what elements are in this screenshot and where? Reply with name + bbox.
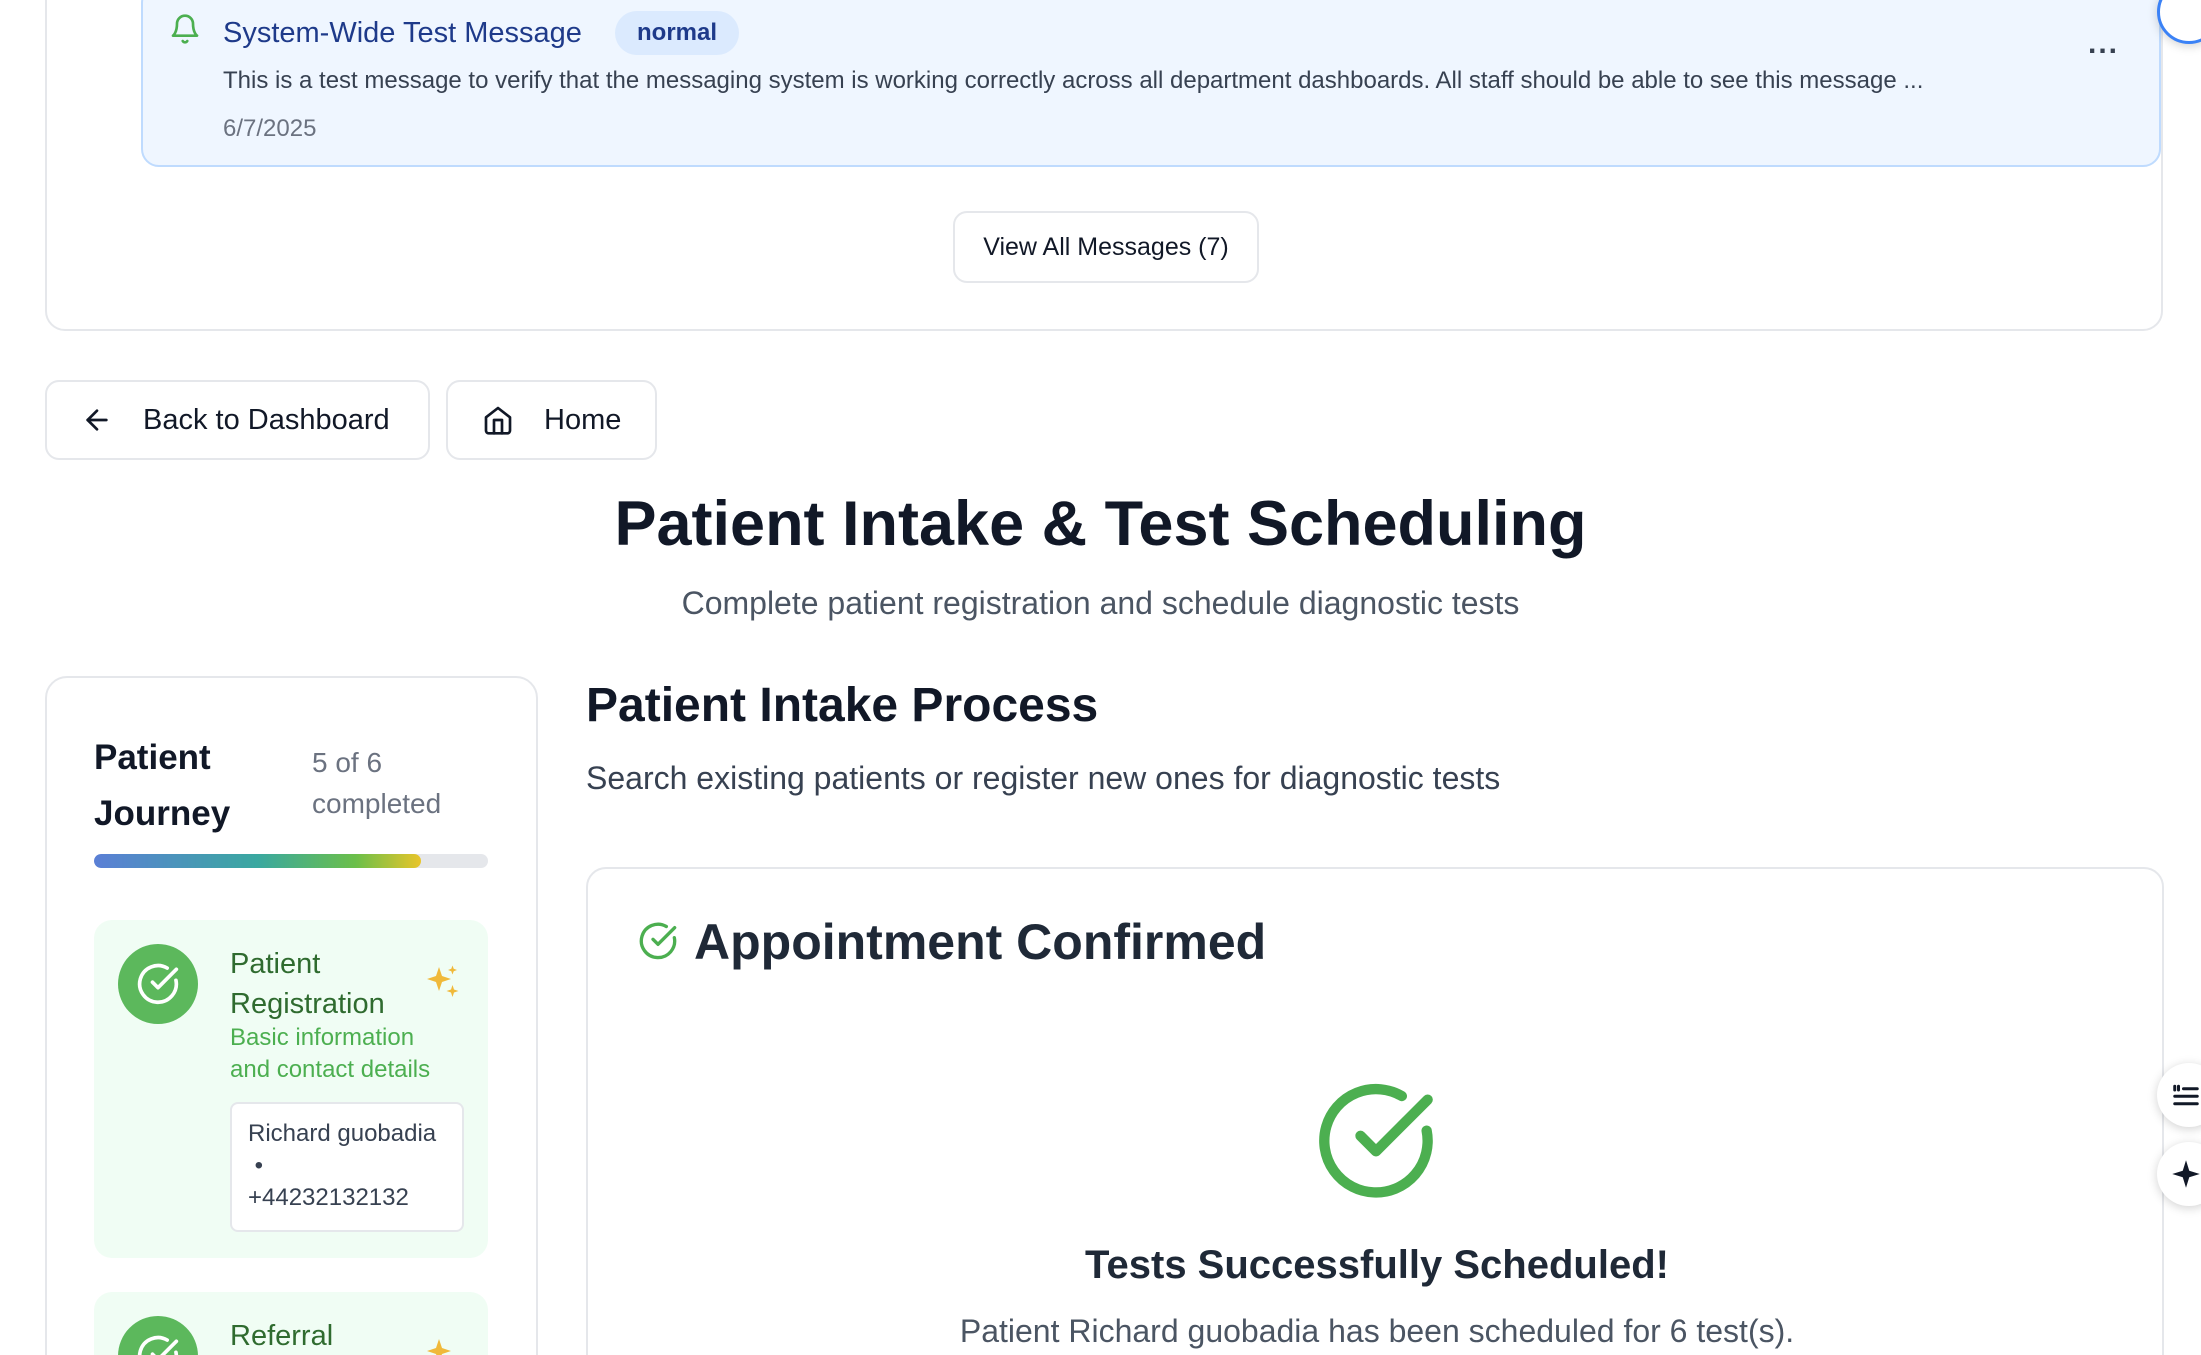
edge-extension-button[interactable] xyxy=(2157,0,2201,44)
priority-badge: normal xyxy=(615,11,740,55)
check-circle-icon xyxy=(639,922,677,960)
step-title: Referral xyxy=(230,1320,334,1352)
patient-summary-chip: Richard guobadia • +44232132132 xyxy=(230,1102,464,1232)
message-item[interactable]: System-Wide Test Message normal ... This… xyxy=(141,0,2161,167)
success-check-icon xyxy=(1319,1084,1433,1198)
page-subtitle: Complete patient registration and schedu… xyxy=(681,585,1520,621)
success-title: Tests Successfully Scheduled! xyxy=(1085,1243,1669,1287)
step-status xyxy=(118,1316,198,1355)
separator-dot: • xyxy=(248,1152,264,1179)
journey-step-referral[interactable]: Referral xyxy=(94,1292,488,1355)
patient-name: Richard guobadia xyxy=(248,1120,437,1147)
home-button[interactable]: Home xyxy=(446,380,657,460)
success-description: Patient Richard guobadia has been schedu… xyxy=(959,1313,1795,1349)
message-body: This is a test message to verify that th… xyxy=(223,67,1924,94)
step-status xyxy=(118,944,198,1024)
journey-step-registration[interactable]: Patient Registration Basic information a… xyxy=(94,920,488,1258)
journey-title: Patient Journey xyxy=(94,738,231,833)
step-description: Basic information and contact details xyxy=(230,1024,431,1083)
check-circle-icon xyxy=(137,1335,179,1355)
home-icon xyxy=(484,406,512,435)
back-to-dashboard-button[interactable]: Back to Dashboard xyxy=(45,380,430,460)
bell-icon xyxy=(171,14,199,44)
patient-journey-card: Patient Journey 5 of 6 completed Patient… xyxy=(45,676,538,1355)
journey-progress-count: 5 of 6 completed xyxy=(312,747,442,819)
more-options-button[interactable]: ... xyxy=(2088,27,2119,61)
journey-progress-bar xyxy=(94,854,488,868)
quote-list-icon xyxy=(2173,1084,2199,1106)
confirm-heading: Appointment Confirmed xyxy=(694,914,1267,970)
messages-card: System-Wide Test Message normal ... This… xyxy=(45,0,2163,331)
back-label: Back to Dashboard xyxy=(143,403,390,436)
appointment-confirmed-card: Appointment Confirmed Tests Successfully… xyxy=(586,867,2164,1355)
step-title: Patient Registration xyxy=(230,948,385,1020)
home-label: Home xyxy=(544,403,622,436)
section-description: Search existing patients or register new… xyxy=(586,760,1501,796)
check-circle-icon xyxy=(137,963,179,1005)
view-all-messages-button[interactable]: View All Messages (7) xyxy=(953,211,1259,283)
sparkle-icon xyxy=(2172,1160,2200,1188)
journey-progress-fill xyxy=(94,854,422,868)
sparkle-icon xyxy=(427,1339,451,1355)
message-date: 6/7/2025 xyxy=(223,115,317,142)
message-title: System-Wide Test Message xyxy=(223,17,582,49)
section-title: Patient Intake Process xyxy=(586,679,1099,732)
arrow-left-icon xyxy=(86,409,108,431)
patient-phone: +44232132132 xyxy=(248,1184,409,1211)
page-title: Patient Intake & Test Scheduling xyxy=(614,489,1587,559)
sparkle-icon xyxy=(427,965,459,997)
